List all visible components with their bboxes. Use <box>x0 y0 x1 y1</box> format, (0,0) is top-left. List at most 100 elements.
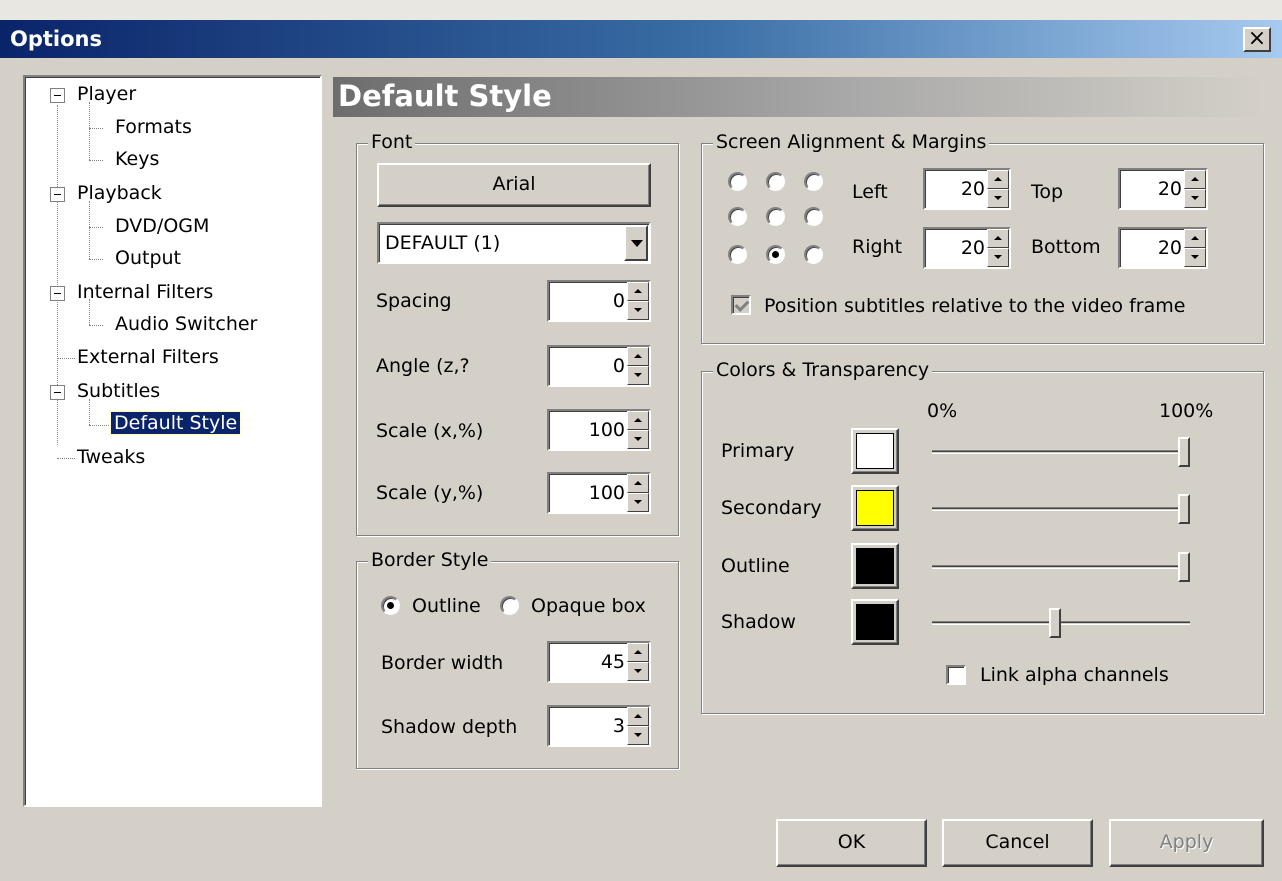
title-bar[interactable] <box>0 20 1282 58</box>
align-bottom-center-radio[interactable] <box>766 245 785 264</box>
tree-connector <box>57 458 75 459</box>
spacing-value: 0 <box>612 290 625 312</box>
angle-spinner[interactable]: 0 <box>547 345 651 387</box>
spin-up-icon[interactable] <box>627 643 649 662</box>
align-middle-left-radio[interactable] <box>728 207 747 226</box>
left-margin-value: 20 <box>960 178 985 200</box>
align-top-center-radio[interactable] <box>766 172 785 191</box>
tree-item-subtitles[interactable]: Subtitles <box>77 380 160 402</box>
bottom-margin-spinner[interactable]: 20 <box>1118 227 1208 269</box>
outline-alpha-slider[interactable] <box>1178 552 1190 582</box>
align-bottom-left-radio[interactable] <box>728 245 747 264</box>
shadow-alpha-slider-track[interactable] <box>932 621 1190 625</box>
tree-item-default-style[interactable]: Default Style <box>109 411 242 435</box>
shadow-color-label: Shadow <box>721 611 796 633</box>
secondary-alpha-slider[interactable] <box>1178 494 1190 524</box>
outline-radio[interactable] <box>381 596 400 615</box>
spin-up-icon[interactable] <box>1184 170 1206 189</box>
options-tree[interactable]: Player Formats Keys Playback DVD/OGM Out… <box>23 75 322 807</box>
tree-connector <box>89 102 90 160</box>
spin-up-icon[interactable] <box>627 411 649 430</box>
tree-item-audio-switcher[interactable]: Audio Switcher <box>115 313 257 335</box>
outline-alpha-slider-track[interactable] <box>932 565 1190 569</box>
spin-down-icon[interactable] <box>1184 248 1206 267</box>
charset-dropdown[interactable]: DEFAULT (1) <box>377 222 651 264</box>
scale-x-spinner[interactable]: 100 <box>547 409 651 451</box>
align-top-right-radio[interactable] <box>804 172 823 191</box>
shadow-depth-spinner[interactable]: 3 <box>547 705 651 747</box>
angle-value: 0 <box>612 355 625 377</box>
spin-up-icon[interactable] <box>987 170 1009 189</box>
cancel-button[interactable]: Cancel <box>942 819 1093 867</box>
tree-item-player[interactable]: Player <box>77 83 136 105</box>
opaque-box-radio-label[interactable]: Opaque box <box>531 595 646 617</box>
outline-radio-label[interactable]: Outline <box>412 595 481 617</box>
spin-up-icon[interactable] <box>627 347 649 366</box>
tree-connector <box>89 259 103 260</box>
tree-item-dvd-ogm[interactable]: DVD/OGM <box>115 215 209 237</box>
close-icon: × <box>1247 26 1267 51</box>
tree-connector <box>89 399 90 425</box>
tree-item-external-filters[interactable]: External Filters <box>77 346 219 368</box>
tree-item-keys[interactable]: Keys <box>115 148 159 170</box>
background-strip <box>0 0 1282 20</box>
spin-down-icon[interactable] <box>987 189 1009 208</box>
tree-connector <box>89 201 90 259</box>
collapse-icon[interactable] <box>50 385 65 400</box>
shadow-alpha-slider[interactable] <box>1049 608 1061 638</box>
primary-alpha-slider-track[interactable] <box>932 450 1190 454</box>
link-alpha-label[interactable]: Link alpha channels <box>980 664 1169 686</box>
color-fill <box>856 548 894 584</box>
left-margin-spinner[interactable]: 20 <box>923 168 1011 210</box>
opaque-box-radio[interactable] <box>500 596 519 615</box>
tree-item-internal-filters[interactable]: Internal Filters <box>77 281 213 303</box>
collapse-icon[interactable] <box>50 88 65 103</box>
shadow-color-swatch[interactable] <box>851 599 899 645</box>
charset-value: DEFAULT (1) <box>385 232 501 254</box>
spin-up-icon[interactable] <box>627 707 649 726</box>
spin-up-icon[interactable] <box>627 282 649 301</box>
collapse-icon[interactable] <box>50 286 65 301</box>
relative-position-label[interactable]: Position subtitles relative to the video… <box>764 295 1185 317</box>
secondary-alpha-slider-track[interactable] <box>932 507 1190 511</box>
secondary-color-swatch[interactable] <box>851 485 899 531</box>
spin-down-icon[interactable] <box>627 726 649 745</box>
window-title: Options <box>10 27 102 51</box>
primary-color-swatch[interactable] <box>851 428 899 474</box>
ok-button[interactable]: OK <box>776 819 927 867</box>
border-width-spinner[interactable]: 45 <box>547 641 651 683</box>
scale-y-spinner[interactable]: 100 <box>547 472 651 514</box>
link-alpha-checkbox[interactable] <box>946 665 966 685</box>
spin-down-icon[interactable] <box>1184 189 1206 208</box>
align-middle-right-radio[interactable] <box>804 207 823 226</box>
align-bottom-right-radio[interactable] <box>804 245 823 264</box>
close-button[interactable]: × <box>1243 27 1271 52</box>
primary-alpha-slider[interactable] <box>1178 437 1190 467</box>
align-top-left-radio[interactable] <box>728 172 747 191</box>
spin-down-icon[interactable] <box>627 301 649 320</box>
spin-down-icon[interactable] <box>627 662 649 681</box>
relative-position-checkbox[interactable] <box>731 295 751 315</box>
outline-color-swatch[interactable] <box>851 543 899 589</box>
spin-up-icon[interactable] <box>627 474 649 493</box>
right-margin-spinner[interactable]: 20 <box>923 227 1011 269</box>
spin-down-icon[interactable] <box>627 430 649 449</box>
tree-item-output[interactable]: Output <box>115 247 181 269</box>
top-margin-spinner[interactable]: 20 <box>1118 168 1208 210</box>
bottom-margin-label: Bottom <box>1031 236 1101 258</box>
spin-down-icon[interactable] <box>987 248 1009 267</box>
tree-item-tweaks[interactable]: Tweaks <box>77 446 145 468</box>
align-middle-center-radio[interactable] <box>766 207 785 226</box>
spin-down-icon[interactable] <box>627 366 649 385</box>
apply-button[interactable]: Apply <box>1109 819 1264 867</box>
spin-up-icon[interactable] <box>987 229 1009 248</box>
tree-item-playback[interactable]: Playback <box>77 182 162 204</box>
tree-item-formats[interactable]: Formats <box>115 116 192 138</box>
spin-up-icon[interactable] <box>1184 229 1206 248</box>
spin-down-icon[interactable] <box>627 493 649 512</box>
right-margin-label: Right <box>852 236 903 258</box>
spacing-spinner[interactable]: 0 <box>547 280 651 322</box>
chevron-down-icon[interactable] <box>624 225 648 261</box>
collapse-icon[interactable] <box>50 187 65 202</box>
font-select-button[interactable]: Arial <box>377 163 651 207</box>
